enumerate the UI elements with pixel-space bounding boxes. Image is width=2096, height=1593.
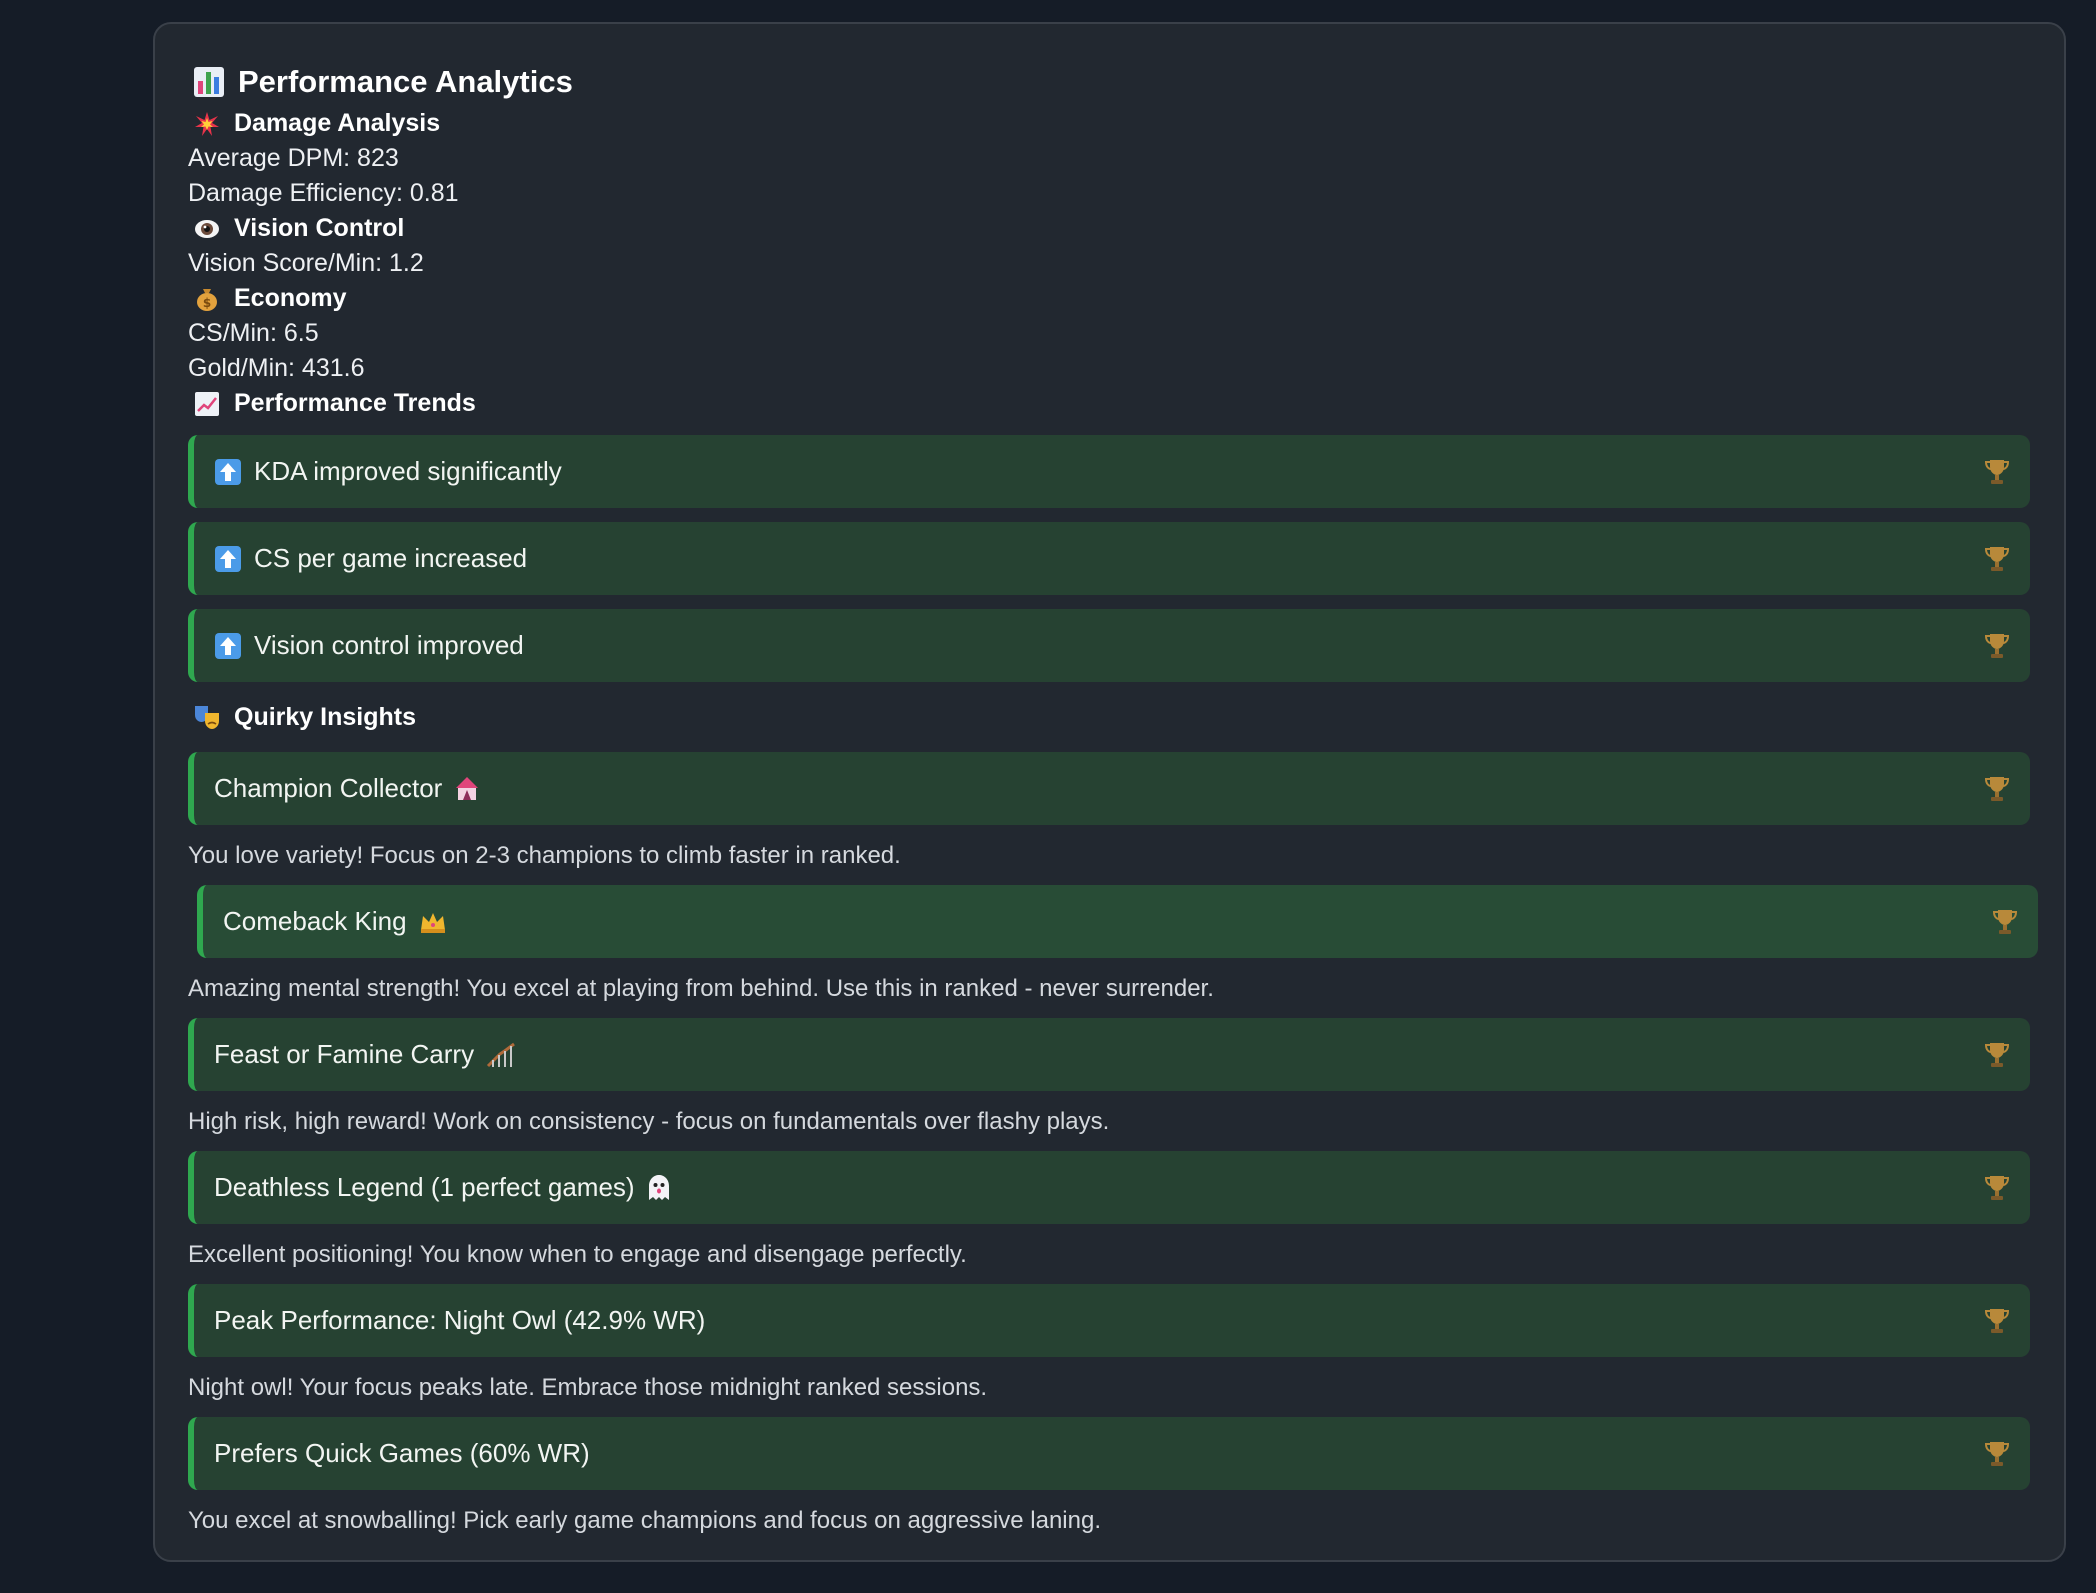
insight-card: Deathless Legend (1 perfect games) <box>188 1151 2030 1224</box>
trophy-icon <box>1992 908 2018 936</box>
bar-chart-icon <box>192 65 226 99</box>
insight-title: Deathless Legend (1 perfect games) <box>214 1172 635 1202</box>
insight-card: Comeback King <box>197 885 2038 958</box>
insight-card: Feast or Famine Carry <box>188 1018 2030 1091</box>
money-bag-icon: $ <box>192 284 222 314</box>
insight-card: Champion Collector <box>188 752 2030 825</box>
theater-masks-icon <box>192 702 222 732</box>
roller-coaster-icon <box>486 1042 516 1068</box>
trend-card: CS per game increased <box>188 522 2030 595</box>
performance-analytics-panel: Performance Analytics Damage Analysis Av… <box>153 22 2066 1562</box>
insight-title: Champion Collector <box>214 773 443 803</box>
cs-per-min: CS/Min: 6.5 <box>188 319 319 347</box>
explosion-icon <box>192 109 222 139</box>
insight-card: Prefers Quick Games (60% WR) <box>188 1417 2030 1490</box>
ghost-icon <box>647 1174 671 1202</box>
up-arrow-icon <box>214 632 242 660</box>
trophy-icon <box>1984 1041 2010 1069</box>
page-title: Performance Analytics <box>238 64 573 99</box>
up-arrow-icon <box>214 458 242 486</box>
vision-control-heading: Vision Control <box>188 211 2030 246</box>
trophy-icon <box>1984 632 2010 660</box>
svg-text:$: $ <box>203 296 211 310</box>
eye-icon <box>192 214 222 244</box>
quirky-insights-heading: Quirky Insights <box>188 694 2030 740</box>
trend-card: Vision control improved <box>188 609 2030 682</box>
damage-efficiency: Damage Efficiency: 0.81 <box>188 179 459 207</box>
crown-icon <box>419 910 447 934</box>
up-arrow-icon <box>214 545 242 573</box>
performance-trends-label: Performance Trends <box>234 389 476 417</box>
insight-title: Comeback King <box>223 906 407 936</box>
average-dpm: Average DPM: 823 <box>188 144 399 172</box>
chart-increasing-icon <box>192 389 222 419</box>
vision-control-label: Vision Control <box>234 214 405 242</box>
trophy-icon <box>1984 775 2010 803</box>
trend-card: KDA improved significantly <box>188 435 2030 508</box>
trend-label: KDA improved significantly <box>254 456 562 486</box>
insight-description: Excellent positioning! You know when to … <box>188 1241 967 1268</box>
vision-score-per-min: Vision Score/Min: 1.2 <box>188 249 424 277</box>
insight-description: Amazing mental strength! You excel at pl… <box>188 975 1214 1002</box>
insight-title: Prefers Quick Games (60% WR) <box>214 1438 590 1468</box>
damage-analysis-label: Damage Analysis <box>234 109 441 137</box>
insight-title: Feast or Famine Carry <box>214 1039 475 1069</box>
trend-label: CS per game increased <box>254 543 528 573</box>
insight-card: Peak Performance: Night Owl (42.9% WR) <box>188 1284 2030 1357</box>
insight-description: You excel at snowballing! Pick early gam… <box>188 1507 1101 1534</box>
trophy-icon <box>1984 458 2010 486</box>
insight-description: You love variety! Focus on 2-3 champions… <box>188 842 901 869</box>
insight-description: High risk, high reward! Work on consiste… <box>188 1108 1110 1135</box>
trophy-icon <box>1984 1174 2010 1202</box>
trophy-icon <box>1984 545 2010 573</box>
page-title-row: Performance Analytics <box>188 58 2030 106</box>
trophy-icon <box>1984 1440 2010 1468</box>
trend-label: Vision control improved <box>254 630 524 660</box>
performance-trends-heading: Performance Trends <box>188 386 2030 421</box>
economy-label: Economy <box>234 284 347 312</box>
circus-tent-icon <box>454 776 480 802</box>
damage-analysis-heading: Damage Analysis <box>188 106 2030 141</box>
insight-title: Peak Performance: Night Owl (42.9% WR) <box>214 1305 706 1335</box>
quirky-insights-label: Quirky Insights <box>234 702 416 731</box>
gold-per-min: Gold/Min: 431.6 <box>188 354 365 382</box>
trophy-icon <box>1984 1307 2010 1335</box>
insight-description: Night owl! Your focus peaks late. Embrac… <box>188 1374 988 1401</box>
economy-heading: $ Economy <box>188 281 2030 316</box>
